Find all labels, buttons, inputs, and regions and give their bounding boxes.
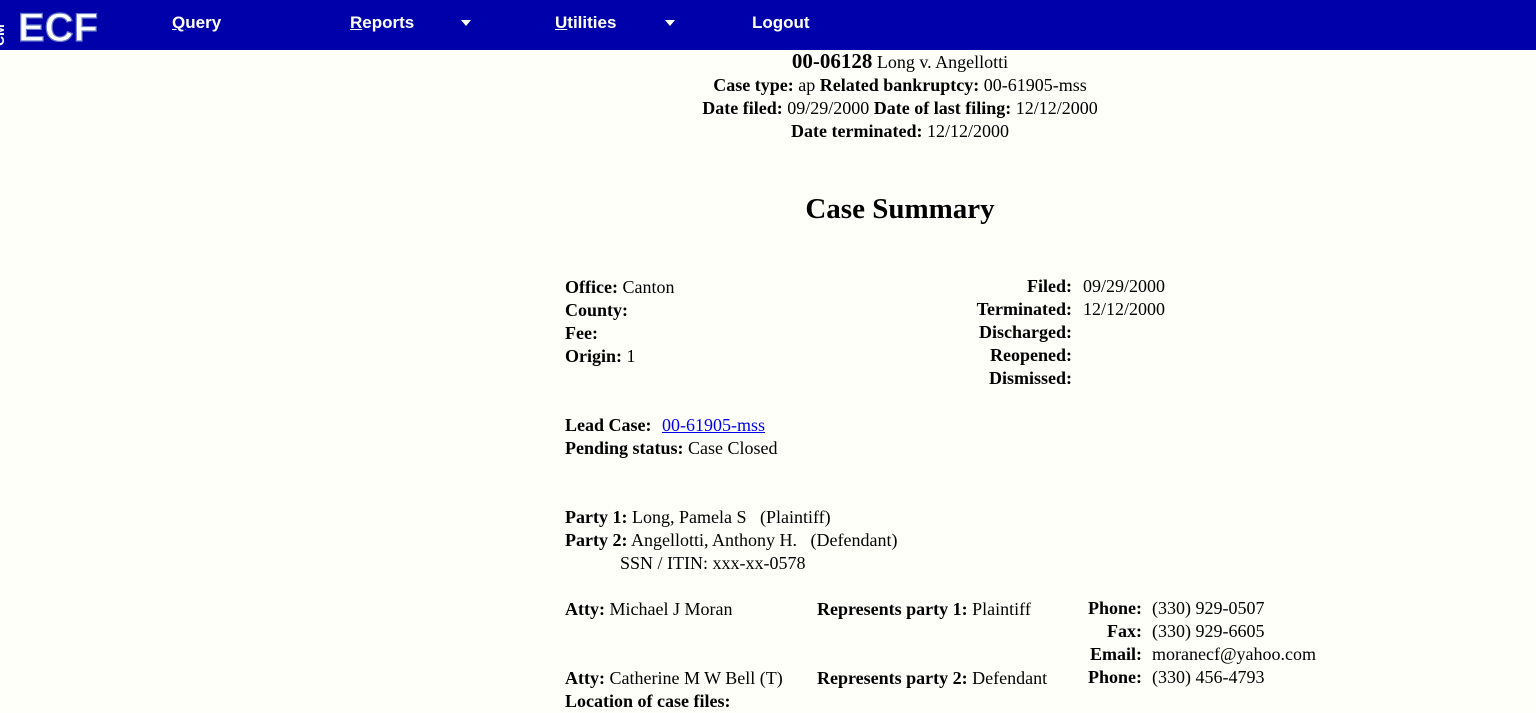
terminated-line: Date terminated: 12/12/2000 [791,121,1009,141]
case-type-value: ap [798,75,816,95]
attorney-2-phone-label: Phone: [1088,667,1142,687]
utilities-dropdown-icon[interactable] [665,20,675,26]
attorney-2-name: Atty: Catherine M W Bell (T) [565,668,783,688]
top-nav-bar: CM ECF Query Reports Utilities Logout [0,0,1536,50]
dates-line: Date filed: 09/29/2000 Date of last fili… [702,98,1098,118]
lead-case-link[interactable]: 00-61905-mss [662,415,765,435]
case-title-line: 00-06128 Long v. Angellotti [600,50,1200,74]
office-row: Office: Canton [565,277,675,297]
attorney-1-phone-label: Phone: [1088,598,1142,618]
attorney-2-phone: (330) 456-4793 [1152,667,1265,687]
terminated-label: Terminated: [976,299,1072,319]
dismissed-label: Dismissed: [988,368,1072,388]
logo-ecf-text: ECF [18,6,98,48]
date-terminated-value: 12/12/2000 [926,121,1009,141]
case-title: Long v. Angellotti [876,52,1009,72]
cmecf-logo[interactable]: CM ECF [0,0,118,48]
related-bankruptcy-value: 00-61905-mss [983,75,1087,95]
nav-query[interactable]: Query [172,13,221,33]
filed-label: Filed: [1027,276,1072,296]
terminated-value: 12/12/2000 [1083,299,1166,319]
lead-case-row: Lead Case: 00-61905-mss [565,415,765,435]
filed-value: 09/29/2000 [1083,276,1166,296]
nav-utilities[interactable]: Utilities [555,13,616,33]
attorney-1-represents: Represents party 1: Plaintiff [817,599,1031,619]
pending-status-row: Pending status: Case Closed [565,438,778,458]
origin-row: Origin: 1 [565,346,636,366]
case-type-line: Case type: ap Related bankruptcy: 00-619… [713,75,1087,95]
attorney-1-fax-label: Fax: [1107,621,1142,641]
party-1-row: Party 1: Long, Pamela S (Plaintiff) [565,507,831,527]
nav-logout[interactable]: Logout [752,13,810,33]
attorney-2-represents: Represents party 2: Defendant [817,668,1048,688]
party-2-row: Party 2: Angellotti, Anthony H. (Defenda… [565,530,898,550]
case-number: 00-06128 [791,49,873,73]
fee-row: Fee: [565,323,598,343]
attorney-1-name: Atty: Michael J Moran [565,599,733,619]
case-header: 00-06128 Long v. Angellotti Case type: a… [600,50,1200,143]
reports-dropdown-icon[interactable] [461,20,471,26]
reopened-label: Reopened: [990,345,1072,365]
page-title: Case Summary [805,193,995,225]
date-filed-value: 09/29/2000 [787,98,870,118]
attorney-1-email: moranecf@yahoo.com [1152,644,1317,664]
attorney-1-fax: (330) 929-6605 [1152,621,1265,641]
county-row: County: [565,300,629,320]
attorney-1-phone: (330) 929-0507 [1152,598,1265,618]
discharged-label: Discharged: [979,322,1072,342]
logo-cm-text: CM [0,24,7,46]
nav-reports[interactable]: Reports [350,13,414,33]
attorney-1-email-label: Email: [1090,644,1142,664]
party-2-ssn: SSN / ITIN: xxx-xx-0578 [620,553,806,573]
last-filing-value: 12/12/2000 [1015,98,1098,118]
